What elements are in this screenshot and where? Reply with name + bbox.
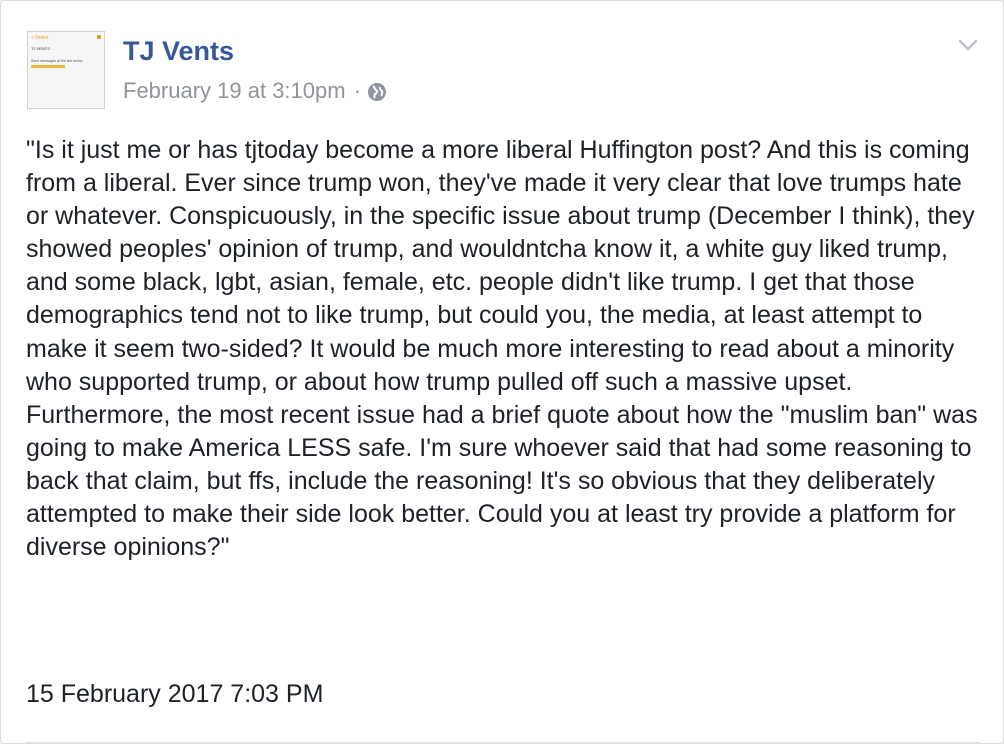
notes-title: TJ VENTS	[31, 46, 50, 51]
author-name-link[interactable]: TJ Vents	[123, 35, 234, 67]
chevron-down-icon[interactable]	[955, 35, 981, 55]
profile-picture[interactable]: < Notes TJ VENTS Send messages at the li…	[27, 31, 105, 109]
meta-separator: ·	[353, 78, 361, 103]
notes-back-label: < Notes	[31, 35, 49, 41]
post-meta: February 19 at 3:10pm ·	[123, 77, 387, 105]
divider	[26, 742, 981, 743]
globe-icon[interactable]	[367, 81, 387, 101]
post-card: < Notes TJ VENTS Send messages at the li…	[0, 0, 1004, 744]
submission-date: 15 February 2017 7:03 PM	[26, 680, 324, 708]
notes-text: Send messages at the link below:	[31, 59, 84, 63]
post-timestamp-link[interactable]: February 19 at 3:10pm	[123, 77, 346, 105]
notes-link	[31, 65, 65, 68]
post-body-text: "Is it just me or has tjtoday become a m…	[26, 136, 978, 562]
notes-icon	[97, 35, 101, 39]
